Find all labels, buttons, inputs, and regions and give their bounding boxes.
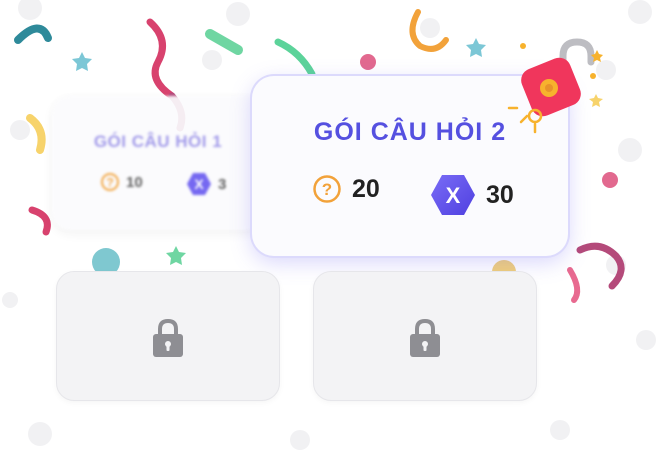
pack-1-questions-count: 10: [126, 173, 143, 191]
pack-1-reward-stat: X 3: [186, 172, 226, 196]
pack-2-reward-stat: X 30: [430, 174, 514, 216]
question-circle-icon: ?: [313, 175, 341, 203]
pack-1-questions-stat: ? 10: [100, 172, 143, 192]
question-circle-icon: ?: [101, 173, 119, 191]
locked-pack-4-card[interactable]: [313, 271, 537, 401]
locked-pack-3-card[interactable]: [56, 271, 280, 401]
pack-1-title: GÓI CÂU HỎI 1: [93, 132, 223, 151]
x-hexagon-icon: X: [187, 173, 211, 195]
svg-text:?: ?: [106, 176, 113, 190]
svg-text:?: ?: [322, 180, 332, 199]
pack-2-questions-stat: ? 20: [312, 174, 380, 204]
padlock-icon: [153, 318, 183, 357]
open-padlock-icon: [507, 38, 603, 134]
svg-text:X: X: [194, 176, 204, 192]
pack-2-questions-count: 20: [352, 174, 380, 203]
question-pack-1-card[interactable]: GÓI CÂU HỎI 1 ? 10 X 3: [52, 96, 264, 230]
pack-selection-screen: GÓI CÂU HỎI 1 ? 10 X 3 GÓI CÂU HỎI 2 ? 2…: [0, 0, 666, 451]
pack-2-reward-count: 30: [486, 180, 514, 209]
padlock-icon: [410, 318, 440, 357]
svg-text:X: X: [446, 183, 461, 208]
x-hexagon-icon: X: [431, 175, 475, 215]
pack-1-reward-count: 3: [218, 175, 227, 193]
